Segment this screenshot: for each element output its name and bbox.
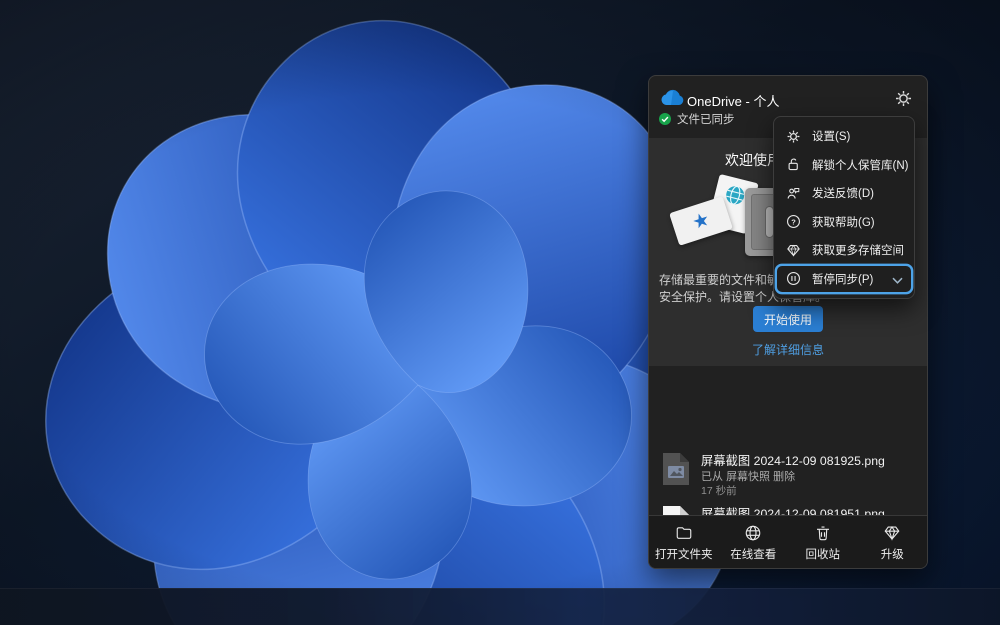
action-prefix: 已从 [701,471,723,483]
get-started-button[interactable]: 开始使用 [753,306,823,332]
upgrade-button[interactable]: 升级 [859,524,925,562]
menu-item-label: 获取更多存储空间 [812,242,904,258]
question-glyph: ? [791,218,796,227]
trash-icon [814,524,832,542]
menu-item-send-feedback[interactable]: 发送反馈(D) [774,179,914,208]
vault-ticket-illustration: ★ [669,196,733,246]
ticket-star-icon: ★ [690,209,712,232]
footer-label: 升级 [881,546,904,562]
sync-success-icon [659,113,671,125]
file-time: 17 秒前 [701,483,737,498]
menu-item-get-help[interactable]: ? 获取帮助(G) [774,208,914,237]
onedrive-panel-title: OneDrive - 个人 [687,91,779,110]
menu-item-pause-sync[interactable]: 暂停同步(P) [777,266,911,293]
menu-item-label: 发送反馈(D) [812,185,874,201]
learn-more-link[interactable]: 了解详细信息 [649,341,927,358]
action-suffix: 删除 [773,471,795,483]
menu-item-label: 暂停同步(P) [812,271,873,287]
file-name: 屏幕截图 2024-12-09 081925.png [701,451,885,469]
activity-item[interactable]: 屏幕截图 2024-12-09 081925.png 已从 屏幕快照 删除 17… [649,446,927,499]
menu-item-unlock-vault[interactable]: 解锁个人保管库(N) [774,151,914,180]
desktop: OneDrive - 个人 文件已同步 欢迎使用个人保管库 [0,0,1000,625]
footer-label: 回收站 [806,546,841,562]
file-action: 已从 屏幕快照 删除 [701,468,795,484]
footer-label: 打开文件夹 [655,546,713,562]
taskbar: 搜索 ✂ [0,588,1000,625]
sync-status: 文件已同步 [659,111,735,127]
menu-item-get-more-storage[interactable]: 获取更多存储空间 [774,236,914,265]
unlock-icon [786,157,801,172]
recycle-bin-button[interactable]: 回收站 [790,524,856,562]
view-online-button[interactable]: 在线查看 [720,524,786,562]
settings-gear-icon[interactable] [894,89,913,108]
open-folder-button[interactable]: 打开文件夹 [651,524,717,562]
menu-item-label: 获取帮助(G) [812,214,875,230]
deleted-image-file-icon [662,452,690,486]
menu-item-label: 设置(S) [812,128,850,144]
footer-label: 在线查看 [730,546,776,562]
chevron-down-icon [892,277,903,284]
help-icon: ? [786,214,801,229]
action-target: 屏幕快照 [726,471,770,483]
menu-item-label: 解锁个人保管库(N) [812,157,908,173]
globe-icon [744,524,762,542]
diamond-icon [883,524,901,542]
folder-icon [675,524,693,542]
feedback-icon [786,186,801,201]
menu-item-settings[interactable]: 设置(S) [774,122,914,151]
flyout-footer: 打开文件夹 在线查看 回收站 升级 [649,515,927,569]
onedrive-context-menu: 设置(S) 解锁个人保管库(N) 发送反馈(D) ? 获取帮助(G) [773,116,915,299]
onedrive-cloud-icon [660,89,684,106]
gear-icon [786,129,801,144]
diamond-icon [786,243,801,258]
sync-status-text: 文件已同步 [677,111,735,127]
pause-icon [786,271,801,286]
